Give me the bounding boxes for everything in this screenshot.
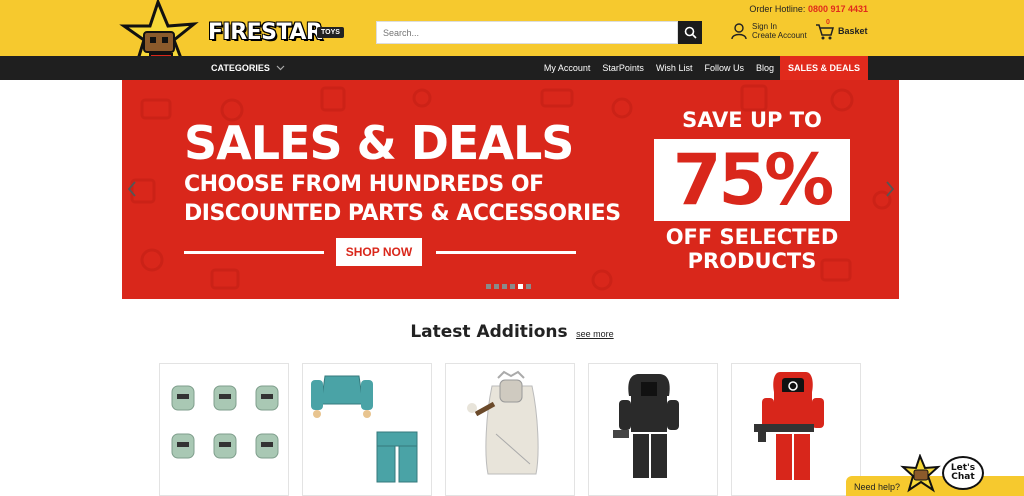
product-image-bride-figure (467, 370, 539, 475)
nav-links: My Account StarPoints Wish List Follow U… (538, 56, 868, 80)
nav-wish-list[interactable]: Wish List (650, 63, 699, 73)
need-help-text[interactable]: Need help? (854, 482, 900, 492)
product-card[interactable] (445, 363, 575, 496)
latest-additions-heading: Latest Additions see more (0, 322, 1024, 342)
banner-divider-left (184, 251, 324, 254)
shop-now-button[interactable]: SHOP NOW (336, 238, 422, 266)
lets-chat-bubble[interactable]: Let's Chat (942, 456, 984, 490)
carousel-dot[interactable] (486, 284, 491, 289)
hero-banner[interactable]: SALES & DEALS CHOOSE FROM HUNDREDS OF DI… (122, 80, 899, 299)
chat-bubble-line2: Chat (951, 472, 975, 482)
carousel-dots (486, 284, 531, 289)
discount-box: 75% (654, 139, 850, 221)
carousel-next-icon[interactable] (885, 181, 895, 197)
product-card[interactable] (588, 363, 718, 496)
banner-divider-right (436, 251, 576, 254)
hotline-number[interactable]: 0800 917 4431 (808, 4, 868, 14)
product-card[interactable] (302, 363, 432, 496)
user-icon (731, 23, 747, 40)
carousel-prev-icon[interactable] (127, 181, 137, 197)
chevron-down-icon (276, 65, 285, 71)
banner-subtitle-line2: DISCOUNTED PARTS & ACCESSORIES (184, 201, 621, 226)
nav-starpoints[interactable]: StarPoints (596, 63, 650, 73)
product-card[interactable] (159, 363, 289, 496)
banner-subtitle-line1: CHOOSE FROM HUNDREDS OF (184, 172, 544, 197)
nav-sales-deals[interactable]: SALES & DEALS (779, 56, 868, 80)
site-header: ★ FIRESTAR TOYS Order Hotline: 0800 917 … (0, 0, 1024, 73)
carousel-dot[interactable] (494, 284, 499, 289)
carousel-dot[interactable] (502, 284, 507, 289)
nav-blog[interactable]: Blog (750, 63, 780, 73)
basket-label: Basket (838, 26, 868, 36)
account-link[interactable]: Sign In Create Account (730, 22, 807, 40)
see-more-link[interactable]: see more (576, 329, 614, 339)
categories-menu[interactable]: CATEGORIES (211, 63, 285, 73)
categories-label: CATEGORIES (211, 63, 270, 73)
products-text: PRODUCTS (687, 249, 817, 273)
basket-count: 0 (826, 19, 830, 26)
nav-my-account[interactable]: My Account (538, 63, 597, 73)
save-up-to-text: SAVE UP TO (682, 108, 822, 132)
carousel-dot[interactable] (510, 284, 515, 289)
carousel-dot[interactable] (526, 284, 531, 289)
banner-title: SALES & DEALS (184, 116, 574, 170)
product-image-red-guard-figure (754, 372, 824, 480)
basket-link[interactable]: 0 Basket (815, 19, 868, 40)
product-image-black-figure (613, 374, 679, 478)
product-grid (159, 363, 861, 496)
product-image-teal-torso (311, 375, 418, 483)
latest-additions-title: Latest Additions (410, 322, 568, 342)
logo-wordmark[interactable]: FIRESTAR (208, 20, 323, 45)
search-input[interactable] (376, 21, 678, 44)
discount-percent: 75% (672, 139, 835, 221)
basket-icon (816, 24, 834, 40)
hotline-label: Order Hotline: (749, 4, 806, 14)
product-card[interactable] (731, 363, 861, 496)
search-icon (684, 26, 697, 39)
sign-in-link[interactable]: Sign In (752, 22, 807, 31)
logo-toys-tag: TOYS (317, 27, 344, 38)
product-image-zombie-heads (171, 385, 279, 459)
main-nav: CATEGORIES My Account StarPoints Wish Li… (0, 56, 1024, 80)
carousel-dot-active[interactable] (518, 284, 523, 289)
nav-follow-us[interactable]: Follow Us (698, 63, 750, 73)
create-account-link[interactable]: Create Account (752, 31, 807, 40)
off-selected-text: OFF SELECTED (665, 225, 839, 249)
order-hotline: Order Hotline: 0800 917 4431 (749, 4, 868, 14)
search-button[interactable] (678, 21, 702, 44)
chat-mascot-icon[interactable] (900, 454, 942, 496)
